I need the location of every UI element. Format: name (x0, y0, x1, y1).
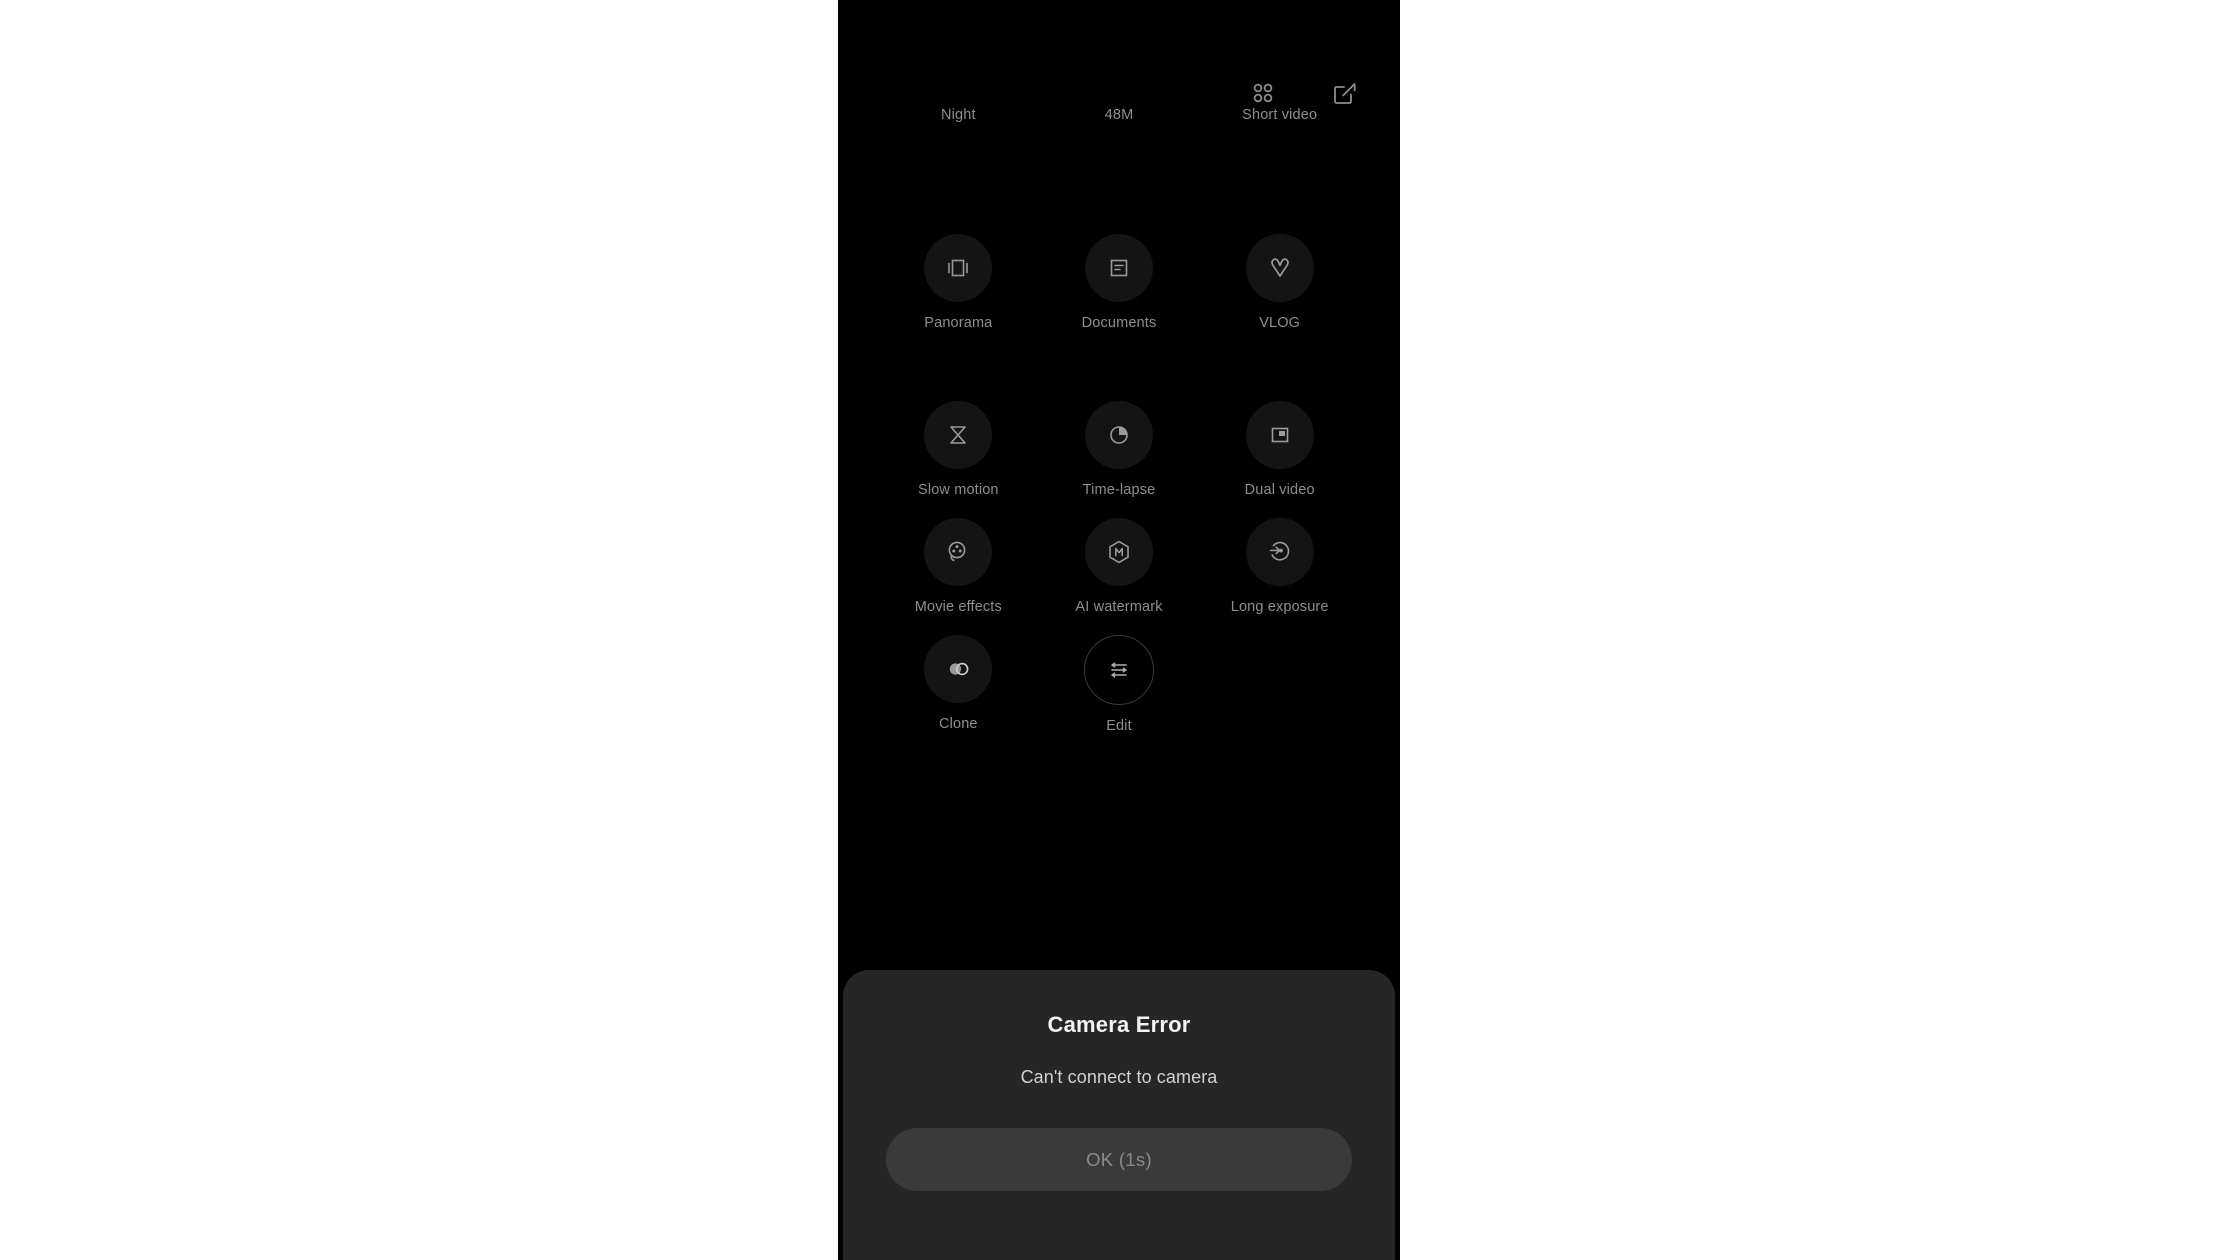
documents-icon (1110, 259, 1128, 277)
mode-label: VLOG (1259, 315, 1301, 331)
vlog-icon-wrap (1245, 234, 1314, 302)
clone-icon-wrap (924, 635, 993, 703)
mode-cell-clone[interactable]: Clone (878, 635, 1039, 734)
dialog-ok-button[interactable]: OK (1s) (886, 1128, 1352, 1191)
long-exposure-icon (1269, 541, 1289, 561)
mode-cell-movie-effects[interactable]: Movie effects (878, 518, 1039, 615)
ai-watermark-icon-wrap (1085, 518, 1153, 586)
mode-cell-panorama[interactable]: Panorama (878, 234, 1039, 331)
documents-icon-wrap (1085, 234, 1153, 302)
mode-cell-long-exposure[interactable]: Long exposure (1199, 518, 1360, 615)
mode-label: Documents (1081, 315, 1157, 331)
mode-cell-edit[interactable]: Edit (1039, 635, 1200, 734)
camera-error-dialog: Camera Error Can't connect to camera OK … (843, 970, 1395, 1260)
mode-label: Movie effects (914, 599, 1002, 615)
mode-cell-slow-motion[interactable]: Slow motion (878, 401, 1039, 498)
mode-label: Night (941, 107, 976, 123)
ai-watermark-icon (1109, 540, 1129, 564)
grid-modes-icon[interactable] (1246, 76, 1280, 110)
mode-cell-short-video[interactable]: Short video (1199, 108, 1360, 123)
mode-label: Dual video (1244, 482, 1315, 498)
panorama-icon (948, 259, 969, 277)
long-exposure-icon-wrap (1245, 518, 1314, 586)
clone-icon (950, 662, 969, 676)
mode-label: Long exposure (1230, 599, 1329, 615)
mode-label: Panorama (924, 315, 993, 331)
mode-label: Time-lapse (1082, 482, 1156, 498)
mode-cell-documents[interactable]: Documents (1039, 234, 1200, 331)
mode-label: Short video (1242, 107, 1318, 123)
slow-motion-icon (950, 426, 967, 444)
dialog-message: Can't connect to camera (1020, 1067, 1218, 1087)
time-lapse-icon-wrap (1085, 401, 1153, 469)
edit-modes-icon[interactable] (1328, 76, 1362, 110)
panorama-icon-wrap (924, 234, 993, 302)
mode-cell-ai-watermark[interactable]: AI watermark (1039, 518, 1200, 615)
top-action-bar (1246, 76, 1362, 110)
movie-effects-icon-wrap (924, 518, 993, 586)
movie-effects-icon (948, 541, 966, 562)
time-lapse-icon (1110, 426, 1128, 444)
mode-row: Night 48M Short video (838, 108, 1400, 123)
mode-cell-time-lapse[interactable]: Time-lapse (1039, 401, 1200, 498)
mode-row: Clone Edit (838, 635, 1400, 734)
dual-video-icon-wrap (1245, 401, 1314, 469)
page-root: Night 48M Short video Panorama Documents… (0, 0, 2240, 1260)
mode-cell-vlog[interactable]: VLOG (1199, 234, 1360, 331)
mode-label: 48M (1104, 107, 1134, 123)
slow-motion-icon-wrap (924, 401, 993, 469)
edit-sliders-icon (1111, 662, 1127, 678)
mode-row: Movie effects AI watermark Long exposure (838, 518, 1400, 615)
mode-row: Slow motion Time-lapse Dual video (838, 401, 1400, 498)
mode-cell-dual-video[interactable]: Dual video (1199, 401, 1360, 498)
phone-screen: Night 48M Short video Panorama Documents… (838, 0, 1400, 1260)
vlog-icon (1270, 258, 1289, 277)
edit-sliders-icon-wrap (1084, 635, 1154, 705)
dual-video-icon (1271, 427, 1288, 443)
mode-row: Panorama Documents VLOG (838, 234, 1400, 331)
mode-label: Slow motion (918, 482, 999, 498)
mode-label: AI watermark (1075, 599, 1163, 615)
mode-cell-night[interactable]: Night (878, 108, 1039, 123)
mode-label: Edit (1106, 718, 1132, 734)
mode-label: Clone (939, 716, 978, 732)
mode-cell-48m[interactable]: 48M (1039, 108, 1200, 123)
dialog-title: Camera Error (1047, 1012, 1191, 1037)
